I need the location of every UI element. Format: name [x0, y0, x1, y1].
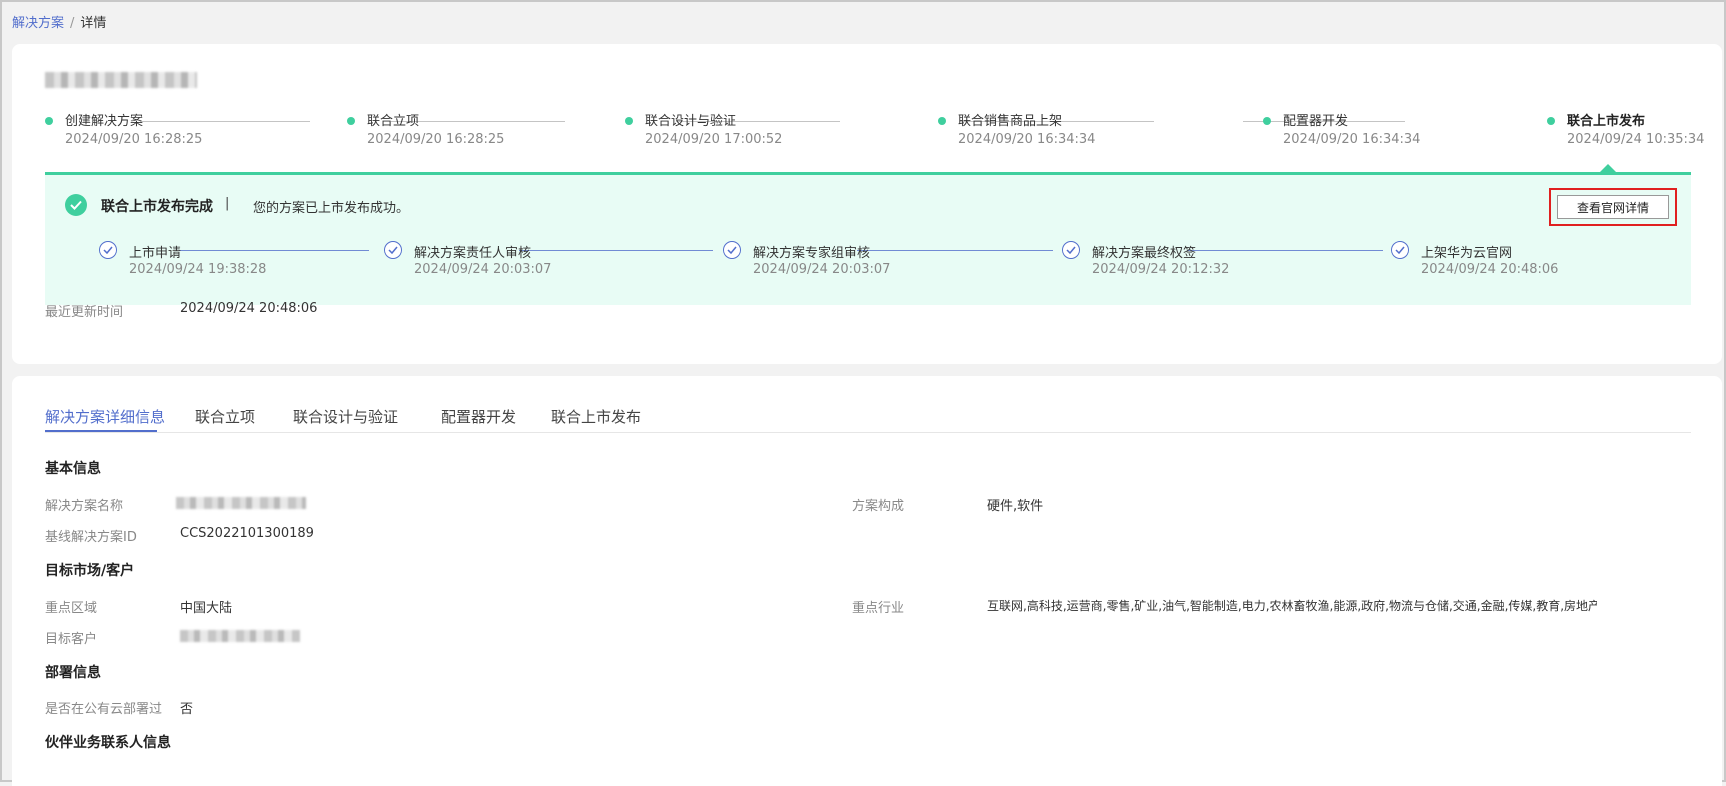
launch-substeps: 上市申请 2024/09/24 19:38:28 解决方案责任人审核 2024/…	[99, 241, 1689, 291]
detail-tabs: 解决方案详细信息 联合立项 联合设计与验证 配置器开发 联合上市发布	[45, 398, 1691, 433]
baseline-id-label: 基线解决方案ID	[45, 530, 137, 545]
step-name: 联合设计与验证	[645, 114, 737, 129]
solution-title-redacted	[45, 72, 197, 88]
active-step-pointer	[1600, 164, 1616, 172]
section-deployment: 部署信息	[45, 665, 101, 681]
success-check-icon	[65, 194, 87, 216]
details-card: 解决方案详细信息 联合立项 联合设计与验证 配置器开发 联合上市发布 基本信息 …	[12, 376, 1722, 786]
industry-value: 互联网,高科技,运营商,零售,矿业,油气,智能制造,电力,农林畜牧渔,能源,政府…	[987, 599, 1597, 613]
launch-status-panel: 联合上市发布完成 | 您的方案已上市发布成功。 查看官网详情 上市申请 2024…	[45, 172, 1691, 305]
substep-time: 2024/09/24 20:48:06	[1421, 262, 1559, 277]
substep-connector	[1187, 250, 1383, 251]
panel-divider: |	[225, 196, 230, 211]
composition-value: 硬件,软件	[987, 499, 1044, 514]
tab-joint-launch[interactable]: 联合上市发布	[551, 406, 641, 427]
step-dot	[1547, 117, 1555, 125]
substep-time: 2024/09/24 19:38:28	[129, 262, 267, 277]
breadcrumb-separator: /	[70, 16, 75, 31]
substep-time: 2024/09/24 20:03:07	[414, 262, 552, 277]
step-dot	[45, 117, 53, 125]
section-basic-info: 基本信息	[45, 461, 101, 477]
check-circle-icon	[723, 241, 741, 259]
target-customer-label: 目标客户	[45, 632, 98, 647]
substep-name: 上市申请	[129, 246, 182, 261]
target-customer-redacted	[180, 630, 300, 642]
tab-joint-design[interactable]: 联合设计与验证	[293, 406, 398, 427]
breadcrumb-solutions-link[interactable]: 解决方案	[12, 16, 64, 31]
step-time: 2024/09/20 16:34:34	[958, 132, 1096, 147]
breadcrumb: 解决方案 / 详情	[12, 12, 106, 31]
solution-name-label: 解决方案名称	[45, 499, 124, 514]
step-connector	[140, 121, 310, 122]
industry-label: 重点行业	[852, 601, 905, 616]
substep-name: 解决方案专家组审核	[753, 246, 871, 261]
step-time: 2024/09/20 17:00:52	[645, 132, 783, 147]
step-name: 创建解决方案	[65, 114, 144, 129]
substep-name: 解决方案最终权签	[1092, 246, 1197, 261]
substep-connector	[519, 250, 713, 251]
active-tab-indicator	[45, 430, 157, 432]
check-circle-icon	[1062, 241, 1080, 259]
tab-joint-project[interactable]: 联合立项	[195, 406, 255, 427]
tab-configurator-dev[interactable]: 配置器开发	[441, 406, 516, 427]
last-update-label: 最近更新时间	[45, 305, 124, 320]
check-circle-icon	[384, 241, 402, 259]
substep-connector	[857, 250, 1053, 251]
highlight-box: 查看官网详情	[1549, 188, 1677, 226]
section-partner-contact: 伙伴业务联系人信息	[45, 735, 171, 751]
step-name: 配置器开发	[1283, 114, 1349, 129]
substep-time: 2024/09/24 20:12:32	[1092, 262, 1230, 277]
public-cloud-value: 否	[180, 702, 194, 717]
composition-label: 方案构成	[852, 499, 905, 514]
tab-solution-details[interactable]: 解决方案详细信息	[45, 406, 165, 427]
substep-connector	[179, 250, 369, 251]
region-value: 中国大陆	[180, 601, 233, 616]
step-time: 2024/09/20 16:28:25	[65, 132, 203, 147]
section-target-market: 目标市场/客户	[45, 563, 135, 579]
step-name: 联合上市发布	[1567, 114, 1646, 129]
step-time: 2024/09/20 16:28:25	[367, 132, 505, 147]
substep-time: 2024/09/24 20:03:07	[753, 262, 891, 277]
step-dot	[1263, 117, 1271, 125]
substep-name: 上架华为云官网	[1421, 246, 1513, 261]
step-time: 2024/09/24 10:35:34	[1567, 132, 1705, 147]
progress-card: 创建解决方案 2024/09/20 16:28:25 联合立项 2024/09/…	[12, 44, 1722, 364]
substep-name: 解决方案责任人审核	[414, 246, 532, 261]
breadcrumb-current: 详情	[80, 16, 107, 31]
baseline-id-value: CCS2022101300189	[180, 526, 314, 541]
last-update-value: 2024/09/24 20:48:06	[180, 301, 318, 316]
view-official-site-button[interactable]: 查看官网详情	[1557, 195, 1669, 219]
solution-name-redacted	[176, 497, 306, 509]
check-circle-icon	[99, 241, 117, 259]
panel-title: 联合上市发布完成	[101, 199, 213, 215]
main-progress-steps: 创建解决方案 2024/09/20 16:28:25 联合立项 2024/09/…	[45, 112, 1705, 162]
step-time: 2024/09/20 16:34:34	[1283, 132, 1421, 147]
region-label: 重点区域	[45, 601, 98, 616]
panel-message: 您的方案已上市发布成功。	[253, 201, 410, 216]
step-name: 联合销售商品上架	[958, 114, 1063, 129]
step-dot	[625, 117, 633, 125]
step-dot	[347, 117, 355, 125]
check-circle-icon	[1391, 241, 1409, 259]
step-name: 联合立项	[367, 114, 420, 129]
step-dot	[938, 117, 946, 125]
public-cloud-label: 是否在公有云部署过	[45, 702, 163, 717]
